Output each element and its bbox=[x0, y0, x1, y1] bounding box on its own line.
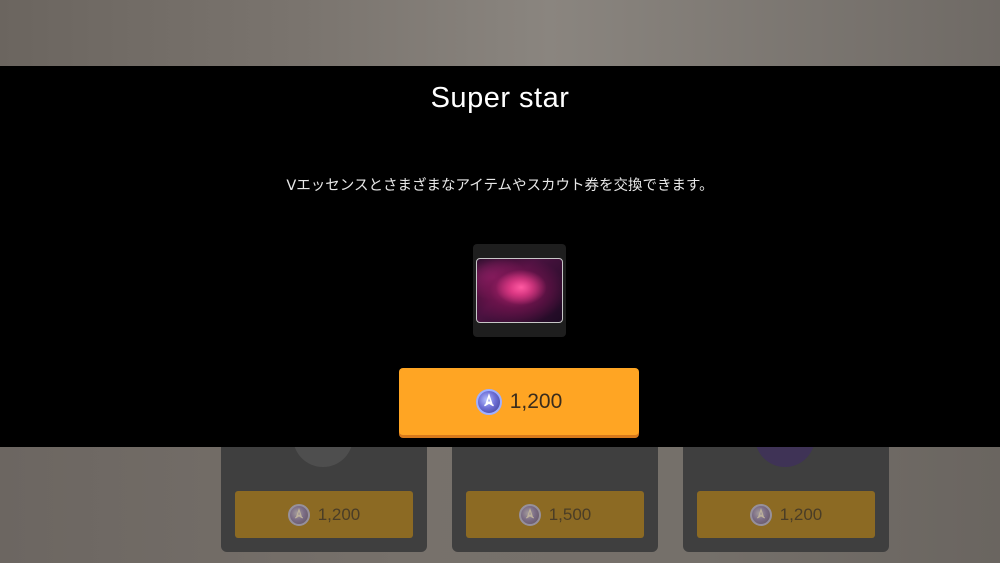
v-essence-coin-icon bbox=[518, 503, 541, 526]
background-banner bbox=[0, 0, 1000, 66]
v-essence-coin-icon bbox=[475, 388, 502, 415]
shop-card-price: 1,200 bbox=[779, 504, 823, 524]
shop-card-price: 1,500 bbox=[548, 504, 592, 524]
shop-card-price-button: 1,200 bbox=[697, 491, 875, 538]
modal-title: Super star bbox=[430, 82, 570, 114]
v-essence-coin-icon bbox=[287, 503, 310, 526]
shop-card: 1,500 bbox=[452, 447, 658, 552]
shop-card-price-button: 1,500 bbox=[466, 491, 644, 538]
item-frame bbox=[473, 244, 566, 337]
v-essence-coin-icon bbox=[749, 503, 772, 526]
exchange-modal: Super star Vエッセンスとさまざまなアイテムやスカウト券を交換できます… bbox=[0, 66, 1000, 447]
shop-card: 1,200 bbox=[221, 437, 427, 552]
nebula-image bbox=[476, 258, 563, 323]
exchange-price: 1,200 bbox=[509, 389, 563, 413]
modal-description: Vエッセンスとさまざまなアイテムやスカウト券を交換できます。 bbox=[286, 178, 714, 194]
shop-card: 1,200 bbox=[683, 437, 889, 552]
exchange-button[interactable]: 1,200 bbox=[399, 368, 639, 435]
shop-card-price: 1,200 bbox=[317, 504, 361, 524]
shop-card-price-button: 1,200 bbox=[235, 491, 413, 538]
